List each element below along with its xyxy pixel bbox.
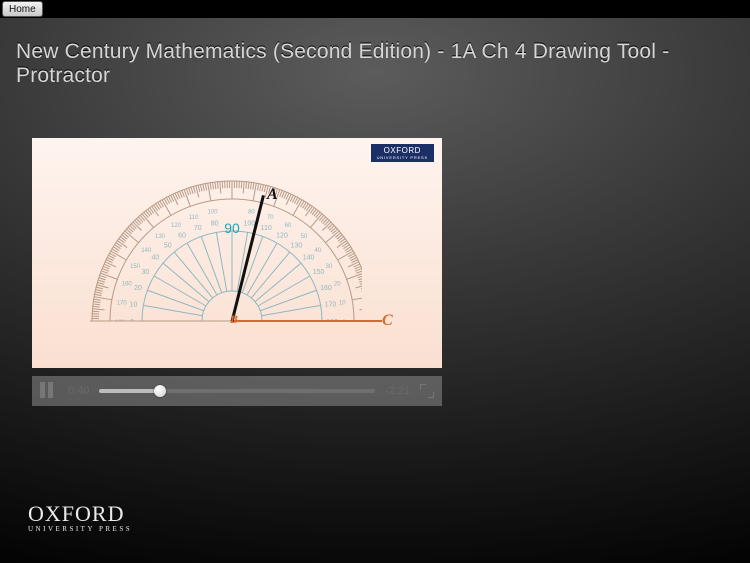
svg-text:10: 10	[339, 301, 346, 307]
svg-text:150: 150	[130, 264, 141, 270]
svg-text:110: 110	[189, 215, 199, 221]
svg-text:50: 50	[301, 234, 308, 240]
video-frame[interactable]: OXFORD UNIVERSITY PRESS 0102030405060708…	[32, 138, 442, 368]
video-controls: 0:40 -2:21	[32, 376, 442, 406]
svg-text:20: 20	[334, 282, 341, 288]
footer-sub: UNIVERSITY PRESS	[28, 525, 132, 533]
svg-text:140: 140	[141, 248, 152, 254]
svg-text:130: 130	[155, 234, 166, 240]
svg-text:70: 70	[267, 215, 274, 221]
svg-text:30: 30	[141, 269, 149, 276]
point-c-label: C	[382, 312, 393, 330]
svg-text:20: 20	[134, 285, 142, 292]
svg-text:110: 110	[261, 225, 272, 232]
svg-text:50: 50	[164, 242, 172, 249]
svg-text:30: 30	[326, 264, 333, 270]
pause-button[interactable]	[40, 382, 58, 400]
badge-line1: OXFORD	[384, 146, 421, 155]
stage: New Century Mathematics (Second Edition)…	[0, 18, 750, 563]
footer-brand: OXFORD	[28, 501, 132, 527]
seek-fill	[99, 389, 160, 393]
top-bar: Home	[0, 0, 750, 18]
svg-text:140: 140	[303, 255, 315, 262]
svg-text:100: 100	[208, 210, 219, 216]
seek-knob[interactable]	[154, 385, 166, 397]
svg-text:60: 60	[285, 223, 292, 229]
svg-text:10: 10	[130, 302, 138, 309]
svg-text:130: 130	[290, 242, 302, 249]
line-bc	[232, 320, 382, 322]
svg-text:120: 120	[276, 232, 288, 239]
fullscreen-button[interactable]	[420, 384, 434, 398]
pause-icon	[48, 382, 53, 398]
home-button[interactable]: Home	[2, 1, 43, 17]
svg-text:120: 120	[171, 223, 182, 229]
badge-line2: UNIVERSITY PRESS	[377, 156, 428, 160]
svg-text:80: 80	[248, 210, 255, 216]
point-a-label: A	[267, 186, 278, 204]
video-area: OXFORD UNIVERSITY PRESS 0102030405060708…	[32, 138, 442, 406]
page-title: New Century Mathematics (Second Edition)…	[16, 40, 750, 88]
svg-text:170: 170	[117, 301, 128, 307]
protractor-90-label: 90	[224, 220, 240, 236]
svg-text:60: 60	[178, 232, 186, 239]
svg-text:170: 170	[325, 302, 337, 309]
svg-text:40: 40	[151, 255, 159, 262]
svg-text:70: 70	[194, 225, 202, 232]
footer-logo: OXFORD UNIVERSITY PRESS	[28, 501, 132, 533]
svg-text:80: 80	[211, 221, 219, 228]
svg-text:160: 160	[122, 282, 133, 288]
remaining-time: -2:21	[385, 385, 410, 397]
elapsed-time: 0:40	[68, 385, 89, 397]
svg-text:160: 160	[320, 285, 332, 292]
oxford-badge: OXFORD UNIVERSITY PRESS	[371, 144, 434, 162]
pause-icon	[40, 382, 45, 398]
svg-text:0: 0	[130, 319, 134, 326]
point-b-label: B	[230, 312, 238, 327]
protractor-graphic: 0102030405060708010011012013014015016017…	[62, 178, 362, 338]
svg-text:150: 150	[313, 269, 325, 276]
svg-text:40: 40	[314, 248, 321, 254]
seek-track[interactable]	[99, 389, 375, 393]
